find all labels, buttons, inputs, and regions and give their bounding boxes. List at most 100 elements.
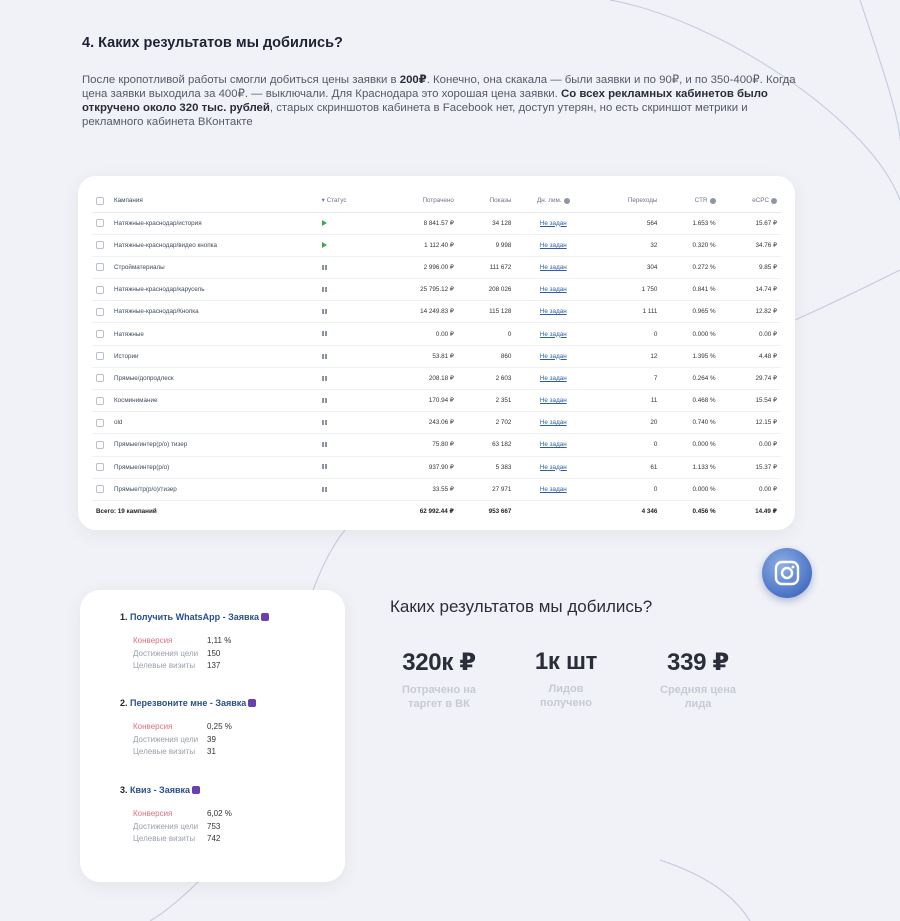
total-shows: 953 667 [488,508,512,516]
limit-link[interactable]: Не задан [515,234,592,257]
table-total-row: Всего: 19 кампаний 62 992.44 ₽ 953 667 4 34… [92,500,781,522]
status-cell[interactable] [317,367,380,391]
goal-stat-row: Достижения цели 753 [120,822,320,835]
campaign-name[interactable]: Прямые/тр(р/о)/тизер [110,478,318,501]
limit-link[interactable]: Не задан [515,478,592,501]
col-shows[interactable]: Показы [457,190,516,213]
status-cell[interactable] [317,433,380,457]
spent-cell: 14 249.83 ₽ [379,300,458,324]
ctr-cell: 1.653 % [661,212,720,235]
campaign-name[interactable]: Натяжные-краснодар/видео кнопка [110,234,318,257]
col-status[interactable]: ▾ Статус [317,190,380,213]
metrica-goals-card: 1. Получить WhatsApp - Заявка Конверсия 1,… [80,590,345,882]
limit-link[interactable]: Не задан [515,300,592,324]
campaign-name[interactable]: Натяжные-краснодар/Кнопка [110,300,318,324]
status-cell[interactable] [317,212,380,235]
campaign-name[interactable]: Прямые/допродлеск [110,367,318,391]
table-row[interactable]: Прямые/тр(р/о)/тизер 33.55 ₽27 971 Не зада… [92,478,781,501]
limit-link[interactable]: Не задан [515,212,592,235]
status-cell[interactable] [317,234,380,257]
goal-stat-label: Целевые визиты [133,661,196,670]
table-row[interactable]: Истории 53.81 ₽860 Не задан 12 1.395 % 4.48 ₽ [92,345,781,368]
clicks-cell: 12 [591,345,662,368]
row-checkbox[interactable] [92,234,110,257]
goal-title[interactable]: 1. Получить WhatsApp - Заявка [120,612,320,622]
row-checkbox[interactable] [92,300,110,324]
col-clicks[interactable]: Переходы [591,190,662,213]
row-checkbox[interactable] [92,256,110,280]
shows-cell: 0 [457,322,516,346]
select-all-checkbox[interactable] [92,190,110,213]
row-checkbox[interactable] [92,456,110,479]
campaign-name[interactable]: Косминимание [110,389,318,413]
metric-leads: 1к шт Лидов получено [511,648,621,710]
limit-link[interactable]: Не задан [515,433,592,457]
limit-link[interactable]: Не задан [515,389,592,413]
goal-title[interactable]: 2. Перезвоните мне - Заявка [120,698,320,708]
limit-link[interactable]: Не задан [515,411,592,435]
campaign-name[interactable]: old [110,411,318,435]
pause-icon [321,420,327,426]
campaign-name[interactable]: Натяжные [110,322,318,346]
row-checkbox[interactable] [92,411,110,435]
ctr-cell: 1.133 % [661,456,720,479]
status-cell[interactable] [317,300,380,324]
status-cell[interactable] [317,345,380,368]
spent-cell: 2 996.00 ₽ [379,256,458,280]
limit-link[interactable]: Не задан [515,367,592,391]
row-checkbox[interactable] [92,478,110,501]
campaign-name[interactable]: Прямые/интер(р/о) тизер [110,433,318,457]
row-checkbox[interactable] [92,345,110,368]
table-row[interactable]: Прямые/интер(р/о) 937.90 ₽5 383 Не задан 61… [92,456,781,479]
col-spent[interactable]: Потрачено [379,190,458,213]
limit-link[interactable]: Не задан [515,256,592,280]
table-row[interactable]: Натяжные-краснодар/карусель 25 795.12 ₽20… [92,278,781,302]
campaign-name[interactable]: Стройматериалы [110,256,318,280]
row-checkbox[interactable] [92,367,110,391]
campaign-name[interactable]: Истории [110,345,318,368]
campaign-name[interactable]: Прямые/интер(р/о) [110,456,318,479]
table-row[interactable]: Натяжные 0.00 ₽0 Не задан 0 0.000 % 0.00 ₽ [92,322,781,346]
table-row[interactable]: Натяжные-краснодар/история 8 841.57 ₽34 1… [92,212,781,235]
table-row[interactable]: Стройматериалы 2 996.00 ₽111 672 Не задан 3… [92,256,781,280]
row-checkbox[interactable] [92,433,110,457]
row-checkbox[interactable] [92,322,110,346]
table-row[interactable]: Натяжные-краснодар/видео кнопка 1 112.40 … [92,234,781,257]
status-cell[interactable] [317,256,380,280]
table-row[interactable]: Натяжные-краснодар/Кнопка 14 249.83 ₽115 … [92,300,781,324]
table-row[interactable]: Косминимание 170.94 ₽2 351 Не задан 11 0.468… [92,389,781,413]
status-cell[interactable] [317,389,380,413]
goal-title[interactable]: 3. Квиз - Заявка [120,785,320,795]
table-row[interactable]: old 243.06 ₽2 702 Не задан 20 0.740 % 12.15 ₽ [92,411,781,435]
limit-link[interactable]: Не задан [515,345,592,368]
pause-icon [321,442,327,448]
pause-icon [321,464,327,470]
goal-stat-label: Целевые визиты [133,747,196,756]
row-checkbox[interactable] [92,278,110,302]
limit-link[interactable]: Не задан [515,456,592,479]
campaign-name[interactable]: Натяжные-краснодар/история [110,212,318,235]
col-campaign[interactable]: Кампания [110,190,318,213]
clicks-cell: 0 [591,478,662,501]
limit-link[interactable]: Не задан [515,278,592,302]
row-checkbox[interactable] [92,212,110,235]
col-ecpc[interactable]: eCPC [719,190,781,213]
col-ctr[interactable]: CTR [661,190,720,213]
table-row[interactable]: Прямые/допродлеск 208.18 ₽2 603 Не задан 7 0… [92,367,781,391]
instagram-button[interactable] [762,548,812,598]
status-cell[interactable] [317,411,380,435]
status-cell[interactable] [317,478,380,501]
ecpc-cell: 0.00 ₽ [719,478,781,501]
shows-cell: 208 026 [457,278,516,302]
goal-stat-label: Достижения цели [133,734,199,744]
row-checkbox[interactable] [92,389,110,413]
status-cell[interactable] [317,456,380,479]
campaign-name[interactable]: Натяжные-краснодар/карусель [110,278,318,302]
total-ctr: 0.456 % [692,508,716,516]
limit-link[interactable]: Не задан [515,322,592,346]
col-limit[interactable]: Дн. лим. [515,190,592,213]
vk-ads-table-card: Кампания ▾ Статус Потрачено Показы Дн. л… [78,176,795,530]
table-row[interactable]: Прямые/интер(р/о) тизер 75.80 ₽63 182 Не з… [92,433,781,457]
status-cell[interactable] [317,322,380,346]
status-cell[interactable] [317,278,380,302]
